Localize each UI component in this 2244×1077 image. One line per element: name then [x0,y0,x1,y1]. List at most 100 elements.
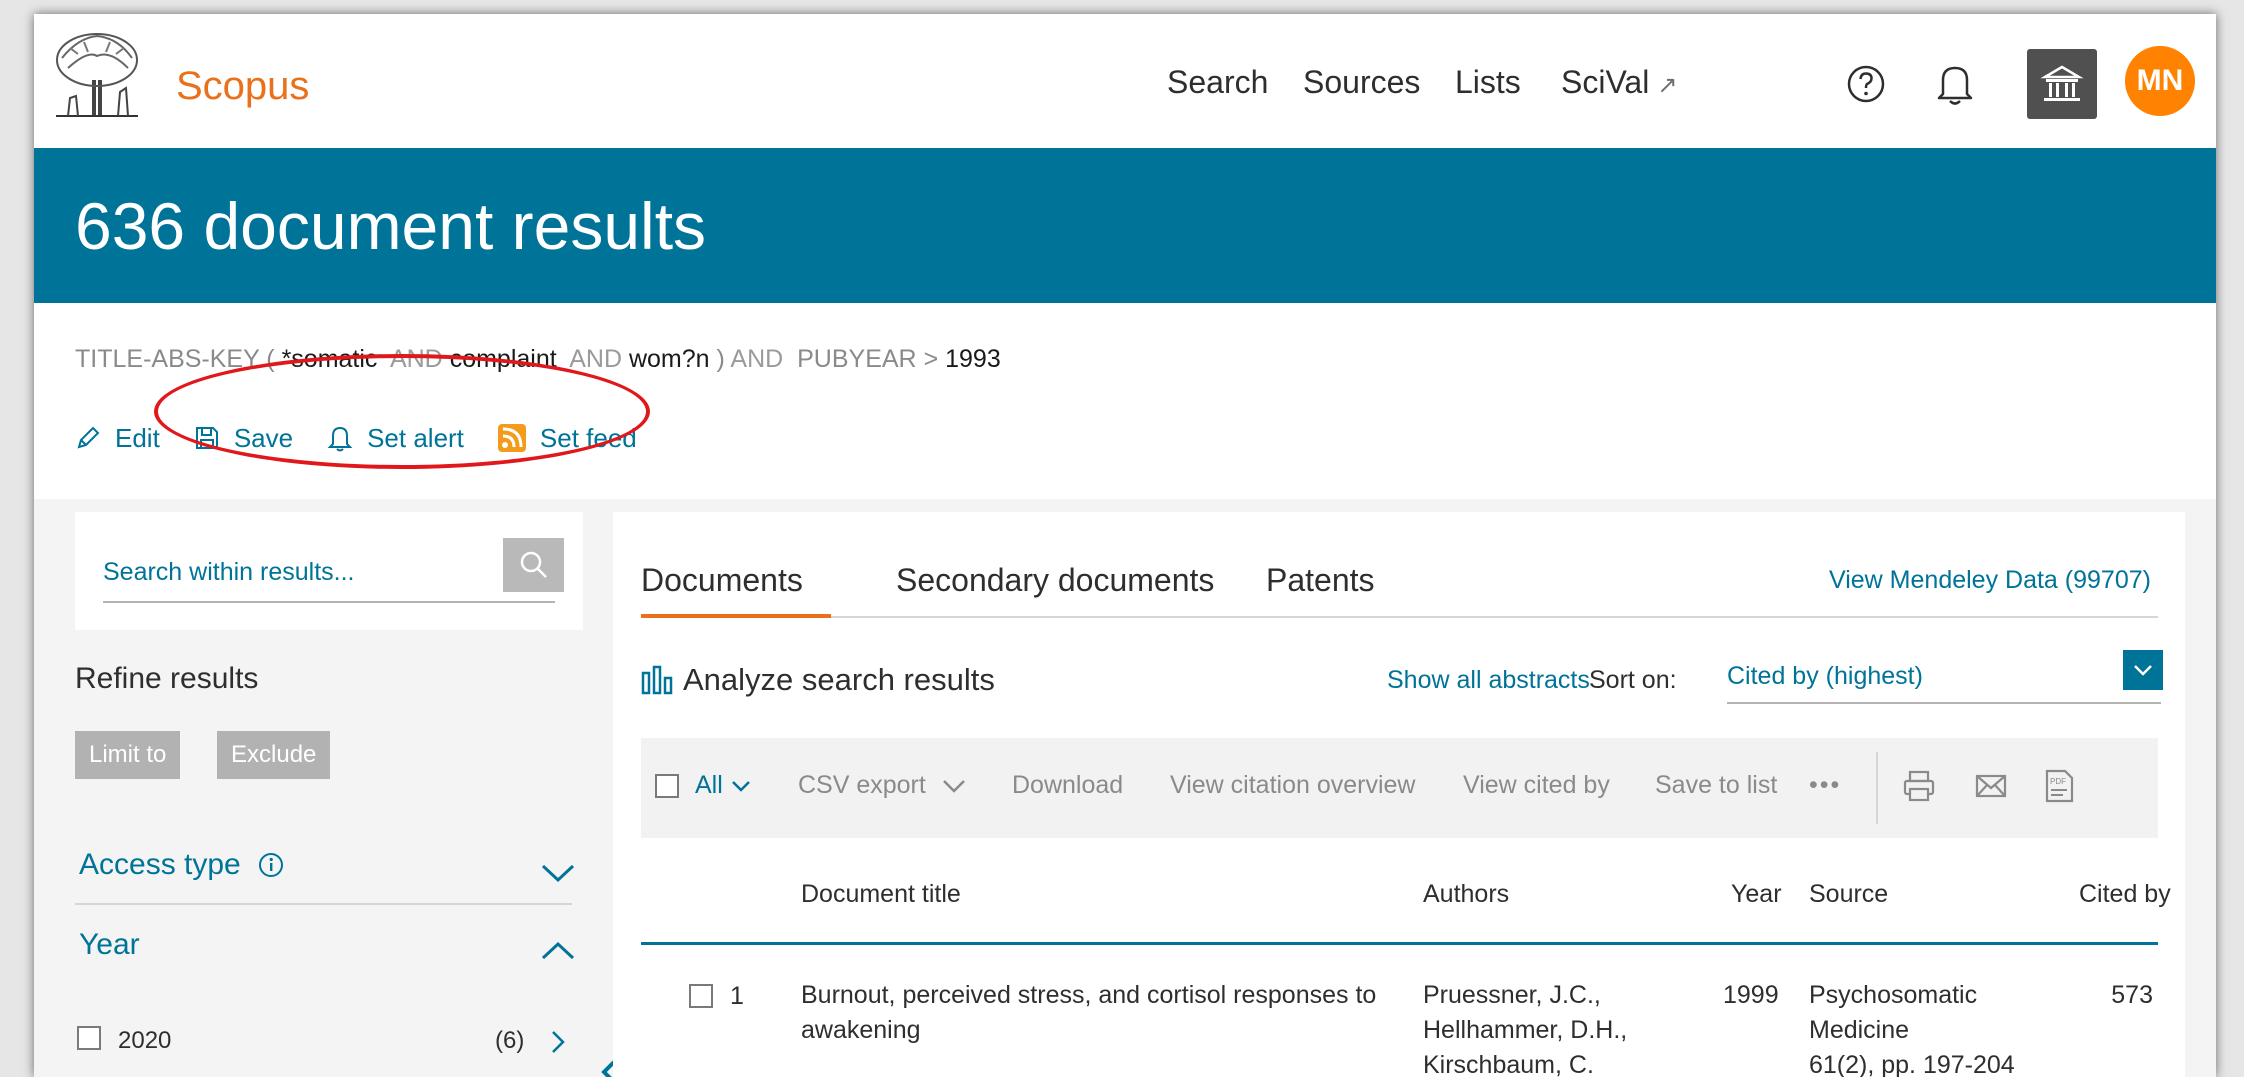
bar-chart-icon [641,665,673,695]
annotation-ellipse [154,354,650,469]
author-link[interactable]: Hellhammer, D.H., [1423,1013,1673,1048]
tab-documents[interactable]: Documents [641,562,803,599]
column-header-title[interactable]: Document title [801,880,961,909]
pdf-icon-text: PDF [2050,777,2066,786]
notifications-bell-icon[interactable] [1933,60,1977,108]
source-volume: 61(2), pp. 197-204 [1809,1051,2015,1077]
chevron-down-icon [942,779,965,793]
select-all-dropdown[interactable]: All [655,771,751,800]
select-all-checkbox[interactable] [655,773,679,798]
tab-secondary-documents[interactable]: Secondary documents [896,562,1214,599]
document-title-link[interactable]: Burnout, perceived stress, and cortisol … [801,978,1421,1048]
chevron-up-icon[interactable] [540,940,576,962]
source-cell: Psychosomatic Medicine 61(2), pp. 197-20… [1809,978,2069,1077]
edit-label: Edit [115,422,160,453]
view-mendeley-data-link[interactable]: View Mendeley Data (99707) [1829,566,2151,595]
info-icon[interactable] [257,851,285,879]
year-filter-row: 2020 (6) [75,1019,572,1059]
table-header-divider [641,942,2158,945]
nav-scival-label: SciVal [1561,64,1650,100]
query-year: 1993 [945,345,1001,373]
sort-dropdown-button[interactable] [2123,650,2163,690]
cited-by-count[interactable]: 573 [2093,978,2153,1013]
search-within-panel [75,512,583,630]
view-cited-by-button[interactable]: View cited by [1463,771,1610,800]
chevron-right-icon[interactable] [550,1029,566,1055]
view-citation-overview-button[interactable]: View citation overview [1170,771,1415,800]
chevron-down-icon [731,780,750,792]
nav-lists[interactable]: Lists [1455,64,1521,101]
column-header-cited-by[interactable]: Cited by [2079,880,2171,909]
column-header-source[interactable]: Source [1809,880,1888,909]
source-title-link[interactable]: Medicine [1809,1013,2069,1048]
column-header-year[interactable]: Year [1731,880,1782,909]
analyze-search-results-link[interactable]: Analyze search results [641,662,995,698]
csv-export-button[interactable]: CSV export [798,771,966,800]
chevron-down-icon[interactable] [540,862,576,884]
authors-cell: Pruessner, J.C., Hellhammer, D.H., Kirsc… [1423,978,1673,1077]
sort-select[interactable]: Cited by (highest) [1727,662,1923,691]
source-title-link[interactable]: Psychosomatic [1809,978,2069,1013]
search-within-input[interactable] [103,552,463,592]
email-icon[interactable] [1973,768,2009,804]
pencil-icon [77,426,100,449]
query-comparator: > [923,345,939,373]
tab-patents[interactable]: Patents [1266,562,1375,599]
scopus-page: Scopus Search Sources Lists SciVal ↗ MN … [34,14,2216,1077]
analyze-label: Analyze search results [683,662,995,697]
search-within-button[interactable] [503,538,564,592]
elsevier-tree-logo[interactable] [48,28,146,120]
facet-access-type[interactable]: Access type [79,848,285,882]
chevron-down-icon [2134,665,2152,676]
screenshot-frame: Scopus Search Sources Lists SciVal ↗ MN … [0,0,2244,1077]
facet-divider [75,903,572,905]
facet-year-label: Year [79,928,140,961]
year-cell: 1999 [1723,981,1779,1009]
csv-export-label: CSV export [798,771,926,799]
exclude-button[interactable]: Exclude [217,731,331,779]
scopus-brand[interactable]: Scopus [176,64,309,109]
more-options-icon[interactable]: ••• [1809,771,1841,800]
edit-query-button[interactable]: Edit [75,423,160,454]
facet-year[interactable]: Year [79,928,140,962]
top-navigation-bar: Scopus Search Sources Lists SciVal ↗ MN [34,14,2216,148]
row-checkbox[interactable] [689,984,713,1008]
query-term: wom?n [628,345,710,373]
results-panel: Documents Secondary documents Patents Vi… [613,512,2185,1077]
user-avatar[interactable]: MN [2125,46,2195,116]
show-all-abstracts-link[interactable]: Show all abstracts [1387,666,1590,695]
query-field: PUBYEAR [797,345,917,373]
refine-results-heading: Refine results [75,662,259,695]
nav-sources[interactable]: Sources [1303,64,1420,101]
query-paren-close: ) [716,345,725,373]
active-tab-indicator [641,614,831,618]
institution-icon [2040,65,2084,101]
author-link[interactable]: Pruessner, J.C., [1423,978,1673,1013]
query-operator: AND [569,345,623,373]
results-toolbar: All CSV export Download View citation ov… [641,738,2158,838]
external-link-icon: ↗ [1657,72,1678,99]
results-banner: 636 document results [34,148,2216,303]
select-all-label: All [695,771,723,799]
query-operator: AND [730,345,784,373]
pdf-icon[interactable]: PDF [2041,768,2077,804]
search-input-underline [103,601,555,603]
year-count: (6) [495,1027,525,1054]
sort-underline [1727,702,2161,704]
row-number: 1 [730,982,744,1010]
search-icon [520,551,547,578]
facet-access-type-label: Access type [79,848,241,881]
institution-button[interactable] [2027,49,2097,119]
print-icon[interactable] [1901,768,1937,804]
nav-scival[interactable]: SciVal ↗ [1561,64,1677,101]
page-title: 636 document results [75,189,707,263]
toolbar-separator [1876,752,1878,824]
download-button[interactable]: Download [1012,771,1123,800]
nav-search[interactable]: Search [1167,64,1268,101]
limit-to-button[interactable]: Limit to [75,731,181,779]
column-header-authors[interactable]: Authors [1423,880,1509,909]
author-link[interactable]: Kirschbaum, C. [1423,1048,1673,1077]
year-checkbox[interactable] [77,1026,101,1050]
help-icon[interactable] [1846,64,1886,104]
save-to-list-button[interactable]: Save to list [1655,771,1777,800]
